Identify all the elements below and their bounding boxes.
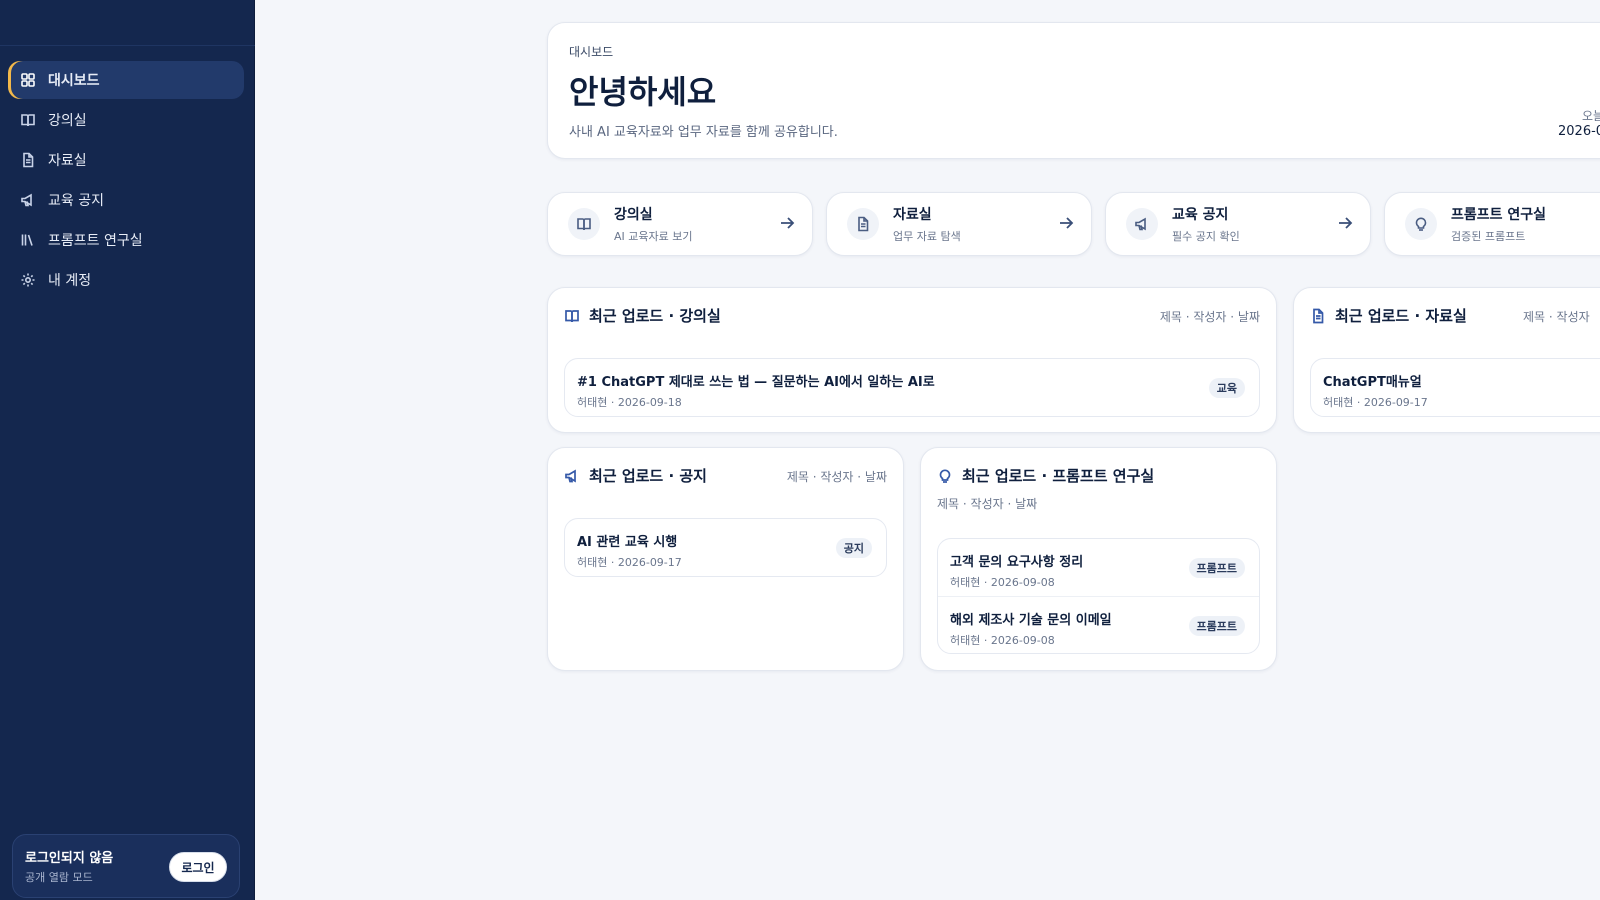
book-icon <box>21 114 35 127</box>
welcome-card: 대시보드 안녕하세요 사내 AI 교육자료와 업무 자료를 함께 공유합니다. … <box>547 22 1600 159</box>
item-list: ChatGPT매뉴얼 허태현 · 2026-09-17 자 <box>1310 358 1600 417</box>
category-badge: 프롬프트 <box>1188 558 1245 578</box>
document-icon <box>847 208 879 240</box>
sidebar-item-label: 자료실 <box>48 153 87 169</box>
sidebar-item-resources[interactable]: 자료실 <box>8 141 244 179</box>
category-badge: 프롬프트 <box>1188 616 1245 636</box>
lightbulb-icon <box>939 468 951 483</box>
sidebar-item-account[interactable]: 내 계정 <box>8 261 244 299</box>
item-title: ChatGPT매뉴얼 <box>1323 375 1422 390</box>
arrow-right-icon <box>1336 214 1354 232</box>
today-label: 오늘 <box>1582 109 1600 123</box>
sidebar-divider <box>0 45 255 46</box>
today-date: 2026-0 <box>1558 124 1600 139</box>
quick-link-prompt-lab[interactable]: 프롬프트 연구실 검증된 프롬프트 <box>1384 192 1600 256</box>
panel-columns: 제목 · 작성자 · 날짜 <box>1159 310 1260 324</box>
quick-link-subtitle: 필수 공지 확인 <box>1172 230 1240 243</box>
login-button[interactable]: 로그인 <box>169 852 227 882</box>
document-icon <box>1313 308 1324 323</box>
recent-prompt-panel: 최근 업로드 · 프롬프트 연구실 제목 · 작성자 · 날짜 고객 문의 요구… <box>920 447 1277 671</box>
sidebar-item-prompt-lab[interactable]: 프롬프트 연구실 <box>8 221 244 259</box>
book-icon <box>568 208 600 240</box>
item-meta: 허태현 · 2026-09-17 <box>1323 396 1428 409</box>
panel-columns: 제목 · 작성자 · 날짜 <box>786 470 887 484</box>
panel-title: 최근 업로드 · 강의실 <box>589 307 721 325</box>
sidebar-item-label: 교육 공지 <box>48 193 104 209</box>
quick-link-subtitle: AI 교육자료 보기 <box>614 230 693 243</box>
library-icon <box>21 234 33 246</box>
item-title: #1 ChatGPT 제대로 쓰는 법 — 질문하는 AI에서 일하는 AI로 <box>577 375 935 390</box>
sidebar: 대시보드 강의실 자료실 교육 공지 프롬프트 연구실 내 계정 로그인되지 않… <box>0 0 255 900</box>
arrow-right-icon <box>778 214 796 232</box>
breadcrumb: 대시보드 <box>569 45 614 59</box>
sidebar-item-lecture[interactable]: 강의실 <box>8 101 244 139</box>
sidebar-item-label: 내 계정 <box>48 273 92 289</box>
panel-columns: 제목 · 작성자 <box>1523 310 1590 324</box>
panel-title: 최근 업로드 · 자료실 <box>1335 307 1467 325</box>
item-list: 고객 문의 요구사항 정리 허태현 · 2026-09-08 프롬프트 해외 제… <box>937 538 1260 654</box>
item-title: AI 관련 교육 시행 <box>577 535 678 550</box>
megaphone-icon <box>565 469 576 482</box>
item-list: #1 ChatGPT 제대로 쓰는 법 — 질문하는 AI에서 일하는 AI로 … <box>564 358 1260 417</box>
recent-notice-panel: 최근 업로드 · 공지 제목 · 작성자 · 날짜 AI 관련 교육 시행 허태… <box>547 447 904 671</box>
megaphone-icon <box>21 193 32 207</box>
gear-icon <box>21 273 35 287</box>
page-title: 안녕하세요 <box>569 73 717 111</box>
document-icon <box>23 152 34 168</box>
panel-title: 최근 업로드 · 프롬프트 연구실 <box>962 467 1155 485</box>
quick-link-title: 프롬프트 연구실 <box>1451 207 1547 223</box>
sidebar-item-label: 강의실 <box>48 113 87 129</box>
sidebar-item-notice[interactable]: 교육 공지 <box>8 181 244 219</box>
category-badge: 공지 <box>835 538 872 558</box>
quick-link-title: 교육 공지 <box>1172 207 1229 223</box>
quick-link-lecture[interactable]: 강의실 AI 교육자료 보기 <box>547 192 813 256</box>
list-item[interactable]: AI 관련 교육 시행 허태현 · 2026-09-17 공지 <box>565 519 886 576</box>
quick-link-resources[interactable]: 자료실 업무 자료 탐색 <box>826 192 1092 256</box>
list-item[interactable]: 고객 문의 요구사항 정리 허태현 · 2026-09-08 프롬프트 <box>938 539 1259 596</box>
sidebar-item-label: 프롬프트 연구실 <box>48 233 143 249</box>
panel-columns: 제목 · 작성자 · 날짜 <box>937 497 1038 511</box>
quick-link-title: 자료실 <box>893 207 932 223</box>
quick-link-notice[interactable]: 교육 공지 필수 공지 확인 <box>1105 192 1371 256</box>
arrow-right-icon <box>1057 214 1075 232</box>
megaphone-icon <box>1126 208 1158 240</box>
quick-link-title: 강의실 <box>614 207 653 223</box>
book-icon <box>565 309 579 322</box>
lightbulb-icon <box>1405 208 1437 240</box>
item-list: AI 관련 교육 시행 허태현 · 2026-09-17 공지 <box>564 518 887 577</box>
page-subtitle: 사내 AI 교육자료와 업무 자료를 함께 공유합니다. <box>569 125 838 140</box>
sidebar-item-dashboard[interactable]: 대시보드 <box>8 61 244 99</box>
grid-icon <box>21 73 35 87</box>
quick-link-subtitle: 업무 자료 탐색 <box>893 230 961 243</box>
quick-link-subtitle: 검증된 프롬프트 <box>1451 230 1526 243</box>
list-item[interactable]: 해외 제조사 기술 문의 이메일 허태현 · 2026-09-08 프롬프트 <box>938 596 1259 653</box>
recent-lecture-panel: 최근 업로드 · 강의실 제목 · 작성자 · 날짜 #1 ChatGPT 제대… <box>547 287 1277 433</box>
list-item[interactable]: ChatGPT매뉴얼 허태현 · 2026-09-17 자 <box>1311 359 1600 416</box>
item-meta: 허태현 · 2026-09-17 <box>577 556 682 569</box>
sidebar-item-label: 대시보드 <box>48 73 100 89</box>
item-meta: 허태현 · 2026-09-18 <box>577 396 682 409</box>
login-status-card: 로그인되지 않음 공개 열람 모드 로그인 <box>12 834 240 898</box>
recent-resources-panel: 최근 업로드 · 자료실 제목 · 작성자 ChatGPT매뉴얼 허태현 · 2… <box>1293 287 1600 433</box>
list-item[interactable]: #1 ChatGPT 제대로 쓰는 법 — 질문하는 AI에서 일하는 AI로 … <box>565 359 1259 416</box>
category-badge: 교육 <box>1208 378 1245 398</box>
panel-title: 최근 업로드 · 공지 <box>589 467 707 485</box>
